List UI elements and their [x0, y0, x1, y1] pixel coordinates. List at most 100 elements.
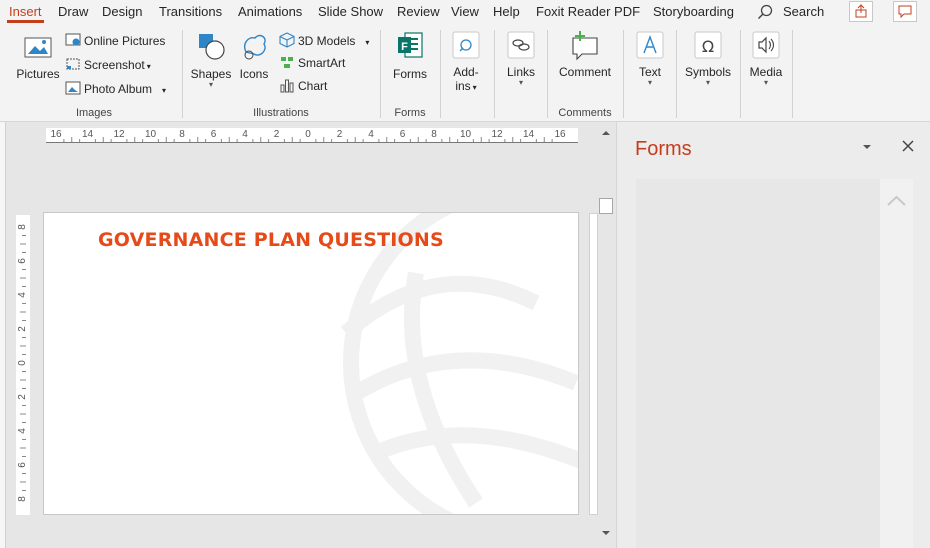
shapes-button[interactable]: Shapes ▾ — [190, 28, 232, 89]
text-label: Text — [638, 65, 661, 79]
close-icon[interactable] — [901, 139, 915, 153]
share-icon — [855, 4, 867, 18]
links-button[interactable]: Links ▾ — [502, 28, 540, 87]
shapes-icon — [199, 34, 225, 60]
ruler-label: 2 — [336, 129, 343, 140]
ruler-label: 8 — [17, 224, 28, 230]
ruler-label: 8 — [17, 496, 28, 502]
online-pictures-label: Online Pictures — [84, 34, 166, 48]
text-icon — [636, 31, 664, 59]
tab-foxit-reader-pdf[interactable]: Foxit Reader PDF — [536, 0, 640, 24]
group-divider — [494, 30, 495, 118]
screenshot-caret-icon: ▾ — [146, 62, 151, 71]
online-pictures-button[interactable]: Online Pictures — [65, 32, 165, 50]
icons-icon — [244, 34, 266, 60]
tab-storyboarding[interactable]: Storyboarding — [653, 0, 734, 24]
3d-models-label: 3D Models — [298, 34, 356, 48]
search-box[interactable]: Search — [783, 0, 824, 24]
slide-canvas[interactable]: GOVERNANCE PLAN QUESTIONS — [43, 212, 579, 515]
group-divider — [792, 30, 793, 118]
forms-pane-scrollbar[interactable] — [880, 179, 913, 548]
group-label-images: Images — [75, 107, 113, 119]
slide-editing-pane: 16 14 12 10 8 6 4 2 0 2 4 6 8 10 12 14 16 8 6 4 2 0 2 4 6 8 GOVE… — [0, 122, 616, 548]
share-button[interactable] — [849, 1, 873, 22]
ruler-label: 14 — [81, 129, 94, 140]
symbols-button[interactable]: Ω Symbols ▾ — [684, 28, 732, 87]
add-ins-label-line2: ins ▾ — [447, 79, 485, 95]
ruler-label: 0 — [305, 129, 311, 140]
forms-task-pane: Forms — [616, 122, 930, 548]
thumbnail-pane-edge[interactable] — [0, 122, 6, 548]
scrollbar-thumb[interactable] — [599, 198, 613, 214]
scroll-up-icon[interactable] — [598, 125, 614, 141]
chevron-up-icon[interactable] — [880, 189, 913, 213]
group-divider — [547, 30, 548, 118]
online-pictures-icon — [65, 33, 81, 46]
ruler-label: 6 — [399, 129, 406, 140]
ruler-label: 16 — [50, 129, 62, 140]
screenshot-button[interactable]: Screenshot ▾ — [65, 56, 151, 74]
ruler-label: 12 — [113, 129, 125, 140]
screenshot-icon — [66, 58, 80, 70]
pictures-button[interactable]: Pictures — [14, 28, 62, 81]
smartart-button[interactable]: SmartArt — [279, 54, 345, 72]
omega-icon: Ω — [694, 31, 722, 59]
ruler-label: 6 — [210, 129, 217, 140]
ruler-label: 8 — [431, 129, 437, 140]
photo-album-button[interactable]: Photo Album ▾ — [65, 80, 166, 98]
horizontal-ruler[interactable]: 16 14 12 10 8 6 4 2 0 2 4 6 8 10 12 14 16 — [46, 128, 578, 143]
comment-button[interactable]: Comment — [555, 28, 615, 79]
speaker-icon — [752, 31, 780, 59]
media-button[interactable]: Media ▾ — [747, 28, 785, 87]
tab-draw[interactable]: Draw — [58, 0, 88, 24]
tab-review[interactable]: Review — [397, 0, 440, 24]
comments-button[interactable] — [893, 1, 917, 22]
tab-animations[interactable]: Animations — [238, 0, 302, 24]
group-divider — [182, 30, 183, 118]
3d-models-button[interactable]: 3D Models ▾ — [279, 32, 369, 50]
links-label: Links — [506, 65, 535, 79]
svg-text:F: F — [401, 41, 408, 53]
ruler-label: 0 — [17, 360, 28, 366]
tab-view[interactable]: View — [451, 0, 479, 24]
chart-label: Chart — [298, 79, 328, 93]
slide-title[interactable]: GOVERNANCE PLAN QUESTIONS — [98, 229, 444, 251]
tab-transitions[interactable]: Transitions — [159, 0, 222, 24]
ruler-label: 4 — [368, 129, 374, 140]
add-ins-label-line1: Add- — [453, 65, 479, 79]
shapes-caret-icon: ▾ — [208, 80, 213, 89]
tab-insert[interactable]: Insert — [7, 0, 44, 24]
forms-pane-content — [636, 179, 880, 548]
symbols-caret-icon: ▾ — [705, 78, 710, 87]
pictures-icon — [24, 37, 52, 58]
vertical-ruler[interactable]: 8 6 4 2 0 2 4 6 8 — [16, 215, 30, 515]
ruler-label: 10 — [459, 129, 472, 140]
ruler-label: 2 — [273, 129, 280, 140]
pane-options-caret-icon[interactable] — [861, 142, 873, 152]
3d-models-caret-icon: ▾ — [365, 38, 370, 47]
ruler-label: 8 — [179, 129, 185, 140]
tab-slide-show[interactable]: Slide Show — [318, 0, 383, 24]
text-button[interactable]: Text ▾ — [631, 28, 669, 87]
group-label-illustrations: Illustrations — [253, 107, 309, 119]
tab-design[interactable]: Design — [102, 0, 142, 24]
links-caret-icon: ▾ — [518, 78, 523, 87]
chart-button[interactable]: Chart — [279, 77, 327, 95]
add-ins-button[interactable]: Add- ins ▾ — [447, 28, 485, 95]
cube-icon — [279, 32, 295, 48]
link-icon — [507, 31, 535, 59]
text-caret-icon: ▾ — [647, 78, 652, 87]
chart-icon — [280, 79, 294, 93]
media-label: Media — [749, 65, 783, 79]
tab-help[interactable]: Help — [493, 0, 520, 24]
ruler-label: 6 — [17, 462, 28, 468]
ruler-label: 2 — [17, 394, 28, 400]
ruler-label: 12 — [491, 129, 503, 140]
icons-button[interactable]: Icons — [236, 28, 272, 81]
forms-button[interactable]: F Forms — [388, 28, 432, 81]
photo-album-caret-icon: ▾ — [162, 86, 167, 95]
smartart-icon — [281, 57, 293, 68]
scroll-down-icon[interactable] — [598, 525, 614, 541]
vertical-scrollbar[interactable] — [598, 122, 614, 548]
forms-label: Forms — [393, 67, 427, 81]
